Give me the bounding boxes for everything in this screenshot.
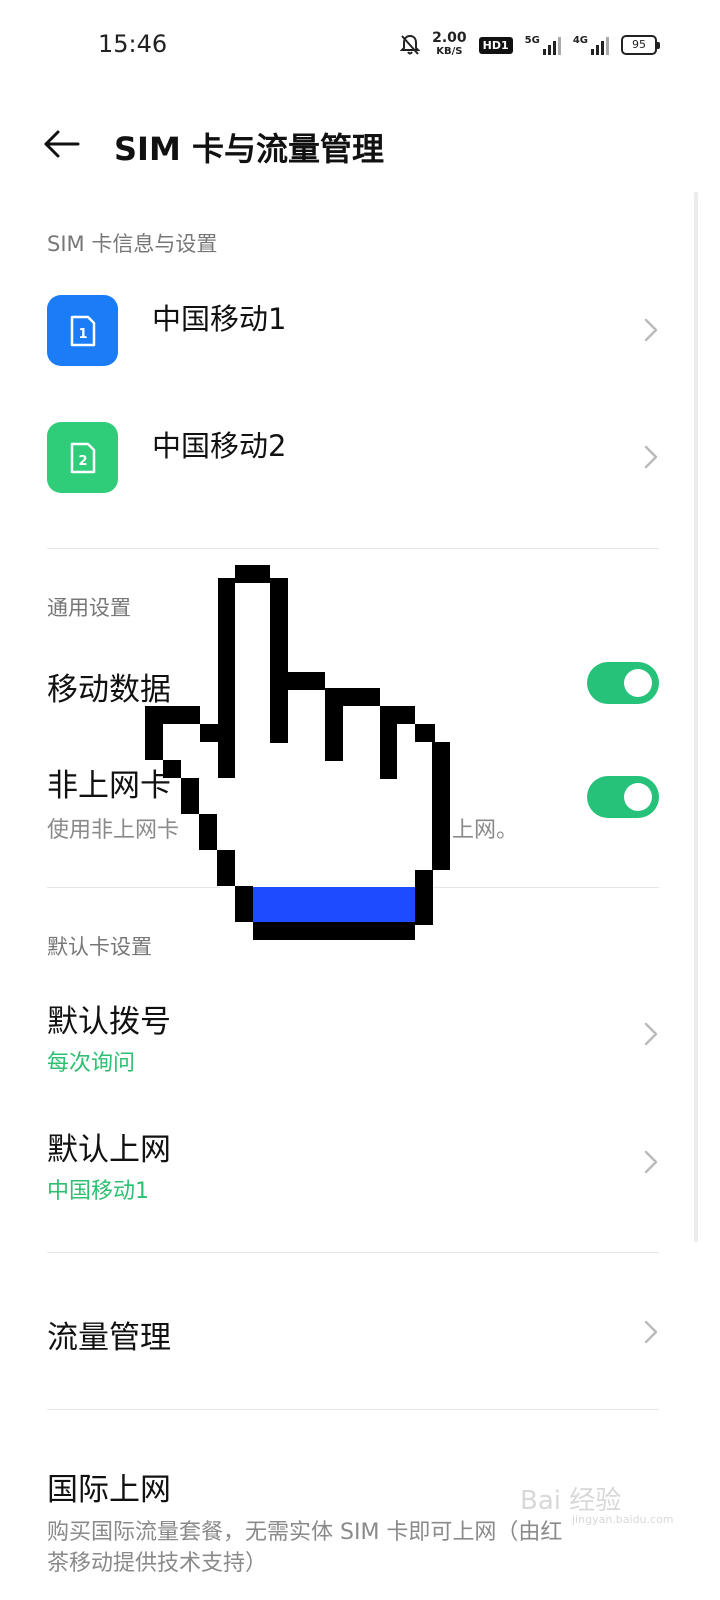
section-header-sim: SIM 卡信息与设置 [47, 232, 218, 256]
divider [47, 1409, 659, 1410]
sim-card-icon: 1 [47, 295, 118, 366]
status-time: 15:46 [98, 30, 168, 58]
watermark-url: jingyan.baidu.com [572, 1513, 674, 1526]
divider [47, 1252, 659, 1253]
section-header-general: 通用设置 [47, 596, 131, 620]
sim-number: 2 [78, 454, 87, 469]
sim-number: 1 [78, 327, 87, 342]
international-label: 国际上网 [47, 1472, 171, 1508]
sim-card-icon: 2 [47, 422, 118, 493]
sim-name-2: 中国移动2 [152, 429, 287, 463]
net-speed-unit: KB/S [436, 46, 463, 57]
sim2-signal-icon: 4G [573, 35, 609, 55]
international-description-1: 购买国际流量套餐，无需实体 SIM 卡即可上网（由红 [47, 1520, 563, 1545]
default-data-value: 中国移动1 [47, 1179, 149, 1204]
net-speed-value: 2.00 [432, 30, 467, 46]
default-data-label: 默认上网 [47, 1132, 171, 1168]
watermark-text: Bai 经验 [520, 1486, 622, 1516]
non-data-card-toggle[interactable] [587, 776, 659, 818]
battery-icon: 95 [621, 35, 660, 55]
default-call-label: 默认拨号 [47, 1004, 171, 1040]
default-call-value: 每次询问 [47, 1051, 136, 1076]
net-speed: 2.00 KB/S [432, 30, 467, 58]
status-icons: 2.00 KB/S HD1 5G 4G 95 [400, 30, 660, 58]
battery-level: 95 [621, 35, 657, 55]
sim2-network-type: 4G [572, 35, 588, 46]
chevron-right-icon [644, 445, 658, 469]
back-arrow-icon[interactable] [40, 124, 84, 164]
mute-bell-icon [400, 34, 421, 55]
sim-name-1: 中国移动1 [152, 302, 287, 336]
chevron-right-icon [644, 318, 658, 342]
page-title: SIM 卡与流量管理 [114, 130, 384, 168]
chevron-right-icon [644, 1022, 658, 1046]
sim1-signal-icon: 5G [525, 35, 561, 55]
watermark-logo: Bai 经验 jingyan.baidu.com [520, 1480, 674, 1526]
non-data-card-description-end: 上网。 [452, 818, 519, 843]
scrollbar[interactable] [694, 192, 698, 1242]
section-header-default: 默认卡设置 [47, 935, 152, 959]
pointer-hand-icon [145, 565, 450, 940]
chevron-right-icon [644, 1150, 658, 1174]
chevron-right-icon [644, 1320, 658, 1344]
international-description-2: 茶移动提供技术支持） [47, 1551, 268, 1576]
mobile-data-toggle[interactable] [587, 662, 659, 704]
hd-badge: HD1 [478, 36, 513, 54]
traffic-management-label: 流量管理 [47, 1320, 171, 1356]
divider [47, 548, 659, 549]
sim1-network-type: 5G [524, 35, 540, 46]
